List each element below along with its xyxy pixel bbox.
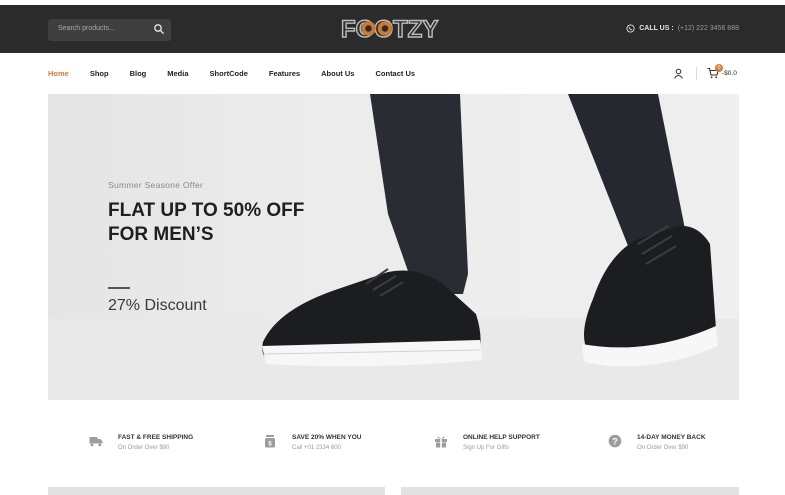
nav-item-features[interactable]: Features [269,69,300,79]
whatsapp-icon [626,24,635,33]
promo-banner-right[interactable] [401,487,739,495]
nav-item-shortcode[interactable]: ShortCode [210,69,248,79]
hero-discount: 27% Discount [108,297,207,314]
nav-item-home[interactable]: Home [48,69,69,79]
feature-title: SAVE 20% WHEN YOU [292,434,362,441]
feature-subtitle: Sign Up For Gifts [463,445,510,451]
user-icon[interactable] [673,68,684,79]
main-nav: Home Shop Blog Media ShortCode Features … [48,69,436,79]
feature-item-support: ONLINE HELP SUPPORT Sign Up For Gifts [434,430,604,460]
nav-item-blog[interactable]: Blog [130,69,147,79]
feature-subtitle: On Order Over $90 [637,445,689,451]
truck-icon [89,437,103,447]
money-jar-icon: $ [265,435,275,448]
nav-item-shop[interactable]: Shop [90,69,109,79]
logo-mark: FOOTZY [341,15,439,42]
promo-banner-left[interactable] [48,487,385,495]
hero-banner[interactable]: Summer Seasone Offer FLAT UP TO 50% OFF … [48,94,739,400]
help-icon: ? [608,434,622,448]
cart-button[interactable]: 0 -$0.0 [707,64,741,80]
cart-total: -$0.0 [722,70,737,77]
svg-text:?: ? [612,436,618,446]
call-label: CALL US : [639,25,674,32]
feature-subtitle: Call +01 2334 600 [292,445,341,451]
feature-item-money-back: ? 14-DAY MONEY BACK On Order Over $90 [608,430,778,460]
hero-title-line-1: FLAT UP TO 50% OFF [108,200,305,221]
top-bar: Search products... FOOTZY CALL US : (+12… [0,5,785,53]
nav-item-contact-us[interactable]: Contact Us [375,69,415,79]
call-number: (+12) 222 3456 888 [677,25,739,32]
hero-image [48,94,739,400]
hero-title: FLAT UP TO 50% OFF FOR MEN’S [108,199,304,247]
divider [696,67,697,80]
hero-title-line-2: FOR MEN’S [108,224,214,245]
feature-title: 14-DAY MONEY BACK [637,434,706,441]
feature-title: ONLINE HELP SUPPORT [463,434,540,441]
nav-item-about-us[interactable]: About Us [321,69,354,79]
features-row: FAST & FREE SHIPPING On Order Over $90 $… [0,430,785,460]
gift-icon [435,436,447,448]
nav-item-media[interactable]: Media [167,69,188,79]
hero-eyebrow: Summer Seasone Offer [108,180,204,190]
call-us: CALL US : (+12) 222 3456 888 [626,24,739,33]
feature-title: FAST & FREE SHIPPING [118,434,194,441]
feature-item-shipping: FAST & FREE SHIPPING On Order Over $90 [89,430,259,460]
feature-subtitle: On Order Over $90 [118,445,170,451]
feature-item-save: $ SAVE 20% WHEN YOU Call +01 2334 600 [263,430,433,460]
hero-divider [108,287,130,289]
